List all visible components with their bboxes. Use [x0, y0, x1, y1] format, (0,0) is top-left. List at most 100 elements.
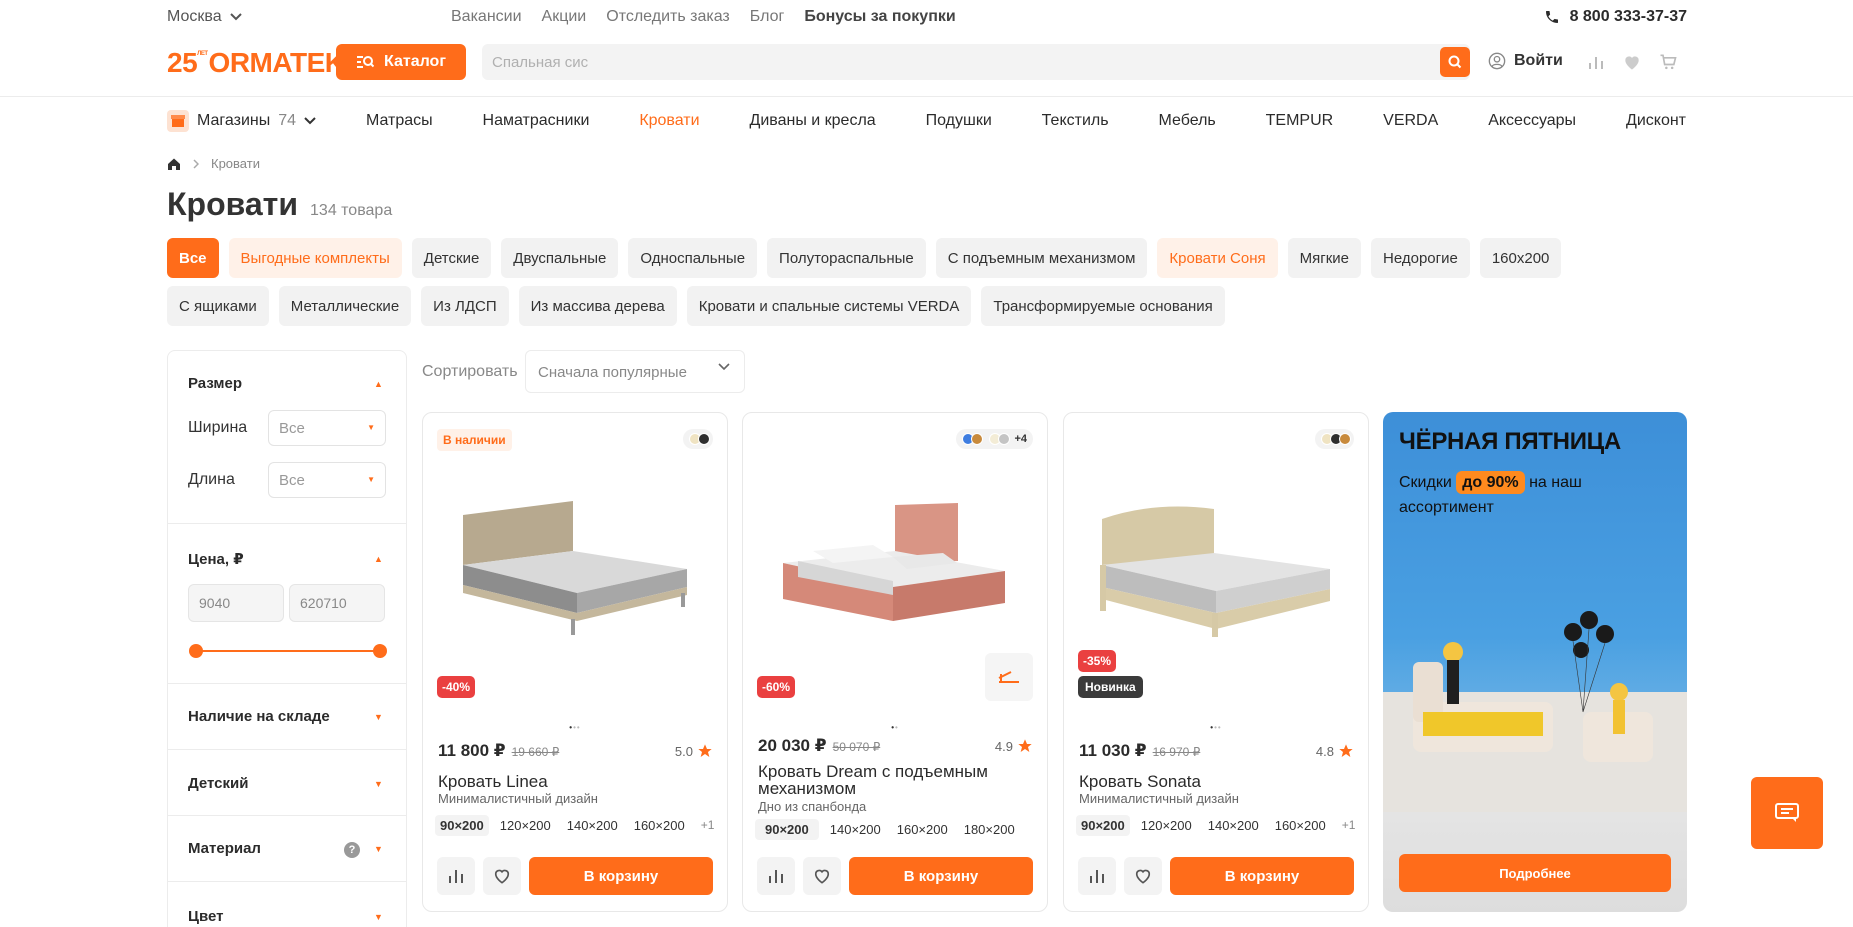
- filter-size-title[interactable]: Размер: [188, 375, 242, 392]
- color-swatch[interactable]: [971, 433, 984, 445]
- chip-drawers[interactable]: С ящиками: [167, 286, 269, 326]
- filter-price-title[interactable]: Цена, ₽: [188, 550, 244, 568]
- chat-button[interactable]: [1751, 777, 1823, 849]
- nav-item-furniture[interactable]: Мебель: [1158, 112, 1215, 130]
- nav-item-toppers[interactable]: Наматрасники: [483, 112, 590, 130]
- compare-icon[interactable]: [1586, 52, 1606, 72]
- favorite-button[interactable]: [803, 857, 841, 895]
- product-name[interactable]: Кровать Sonata: [1079, 773, 1359, 790]
- size-option[interactable]: 120×200: [495, 815, 556, 836]
- image-pager[interactable]: ••: [743, 723, 1047, 732]
- city-selector[interactable]: Москва: [167, 8, 242, 26]
- product-name[interactable]: Кровать Dream с подъемным механизмом: [758, 763, 1038, 797]
- color-swatch[interactable]: [998, 433, 1011, 445]
- add-to-cart-button[interactable]: В корзину: [1170, 857, 1354, 895]
- nav-item-accessories[interactable]: Аксессуары: [1488, 112, 1576, 130]
- nav-item-pillows[interactable]: Подушки: [926, 112, 992, 130]
- size-option[interactable]: 160×200: [892, 819, 953, 840]
- link-blog[interactable]: Блог: [750, 8, 785, 26]
- more-colors[interactable]: +4: [1014, 433, 1027, 445]
- image-pager[interactable]: •••: [423, 723, 727, 732]
- filter-stock-title[interactable]: Наличие на складе: [188, 708, 330, 725]
- chip-ldsp[interactable]: Из ЛДСП: [421, 286, 509, 326]
- promo-details-button[interactable]: Подробнее: [1399, 854, 1671, 892]
- chip-solid-wood[interactable]: Из массива дерева: [518, 286, 677, 326]
- size-option[interactable]: 140×200: [825, 819, 886, 840]
- chip-kids[interactable]: Детские: [411, 238, 492, 278]
- help-icon[interactable]: ?: [344, 842, 360, 858]
- expand-down-icon[interactable]: ▼: [374, 712, 383, 722]
- compare-button[interactable]: [437, 857, 475, 895]
- stores-menu[interactable]: Магазины 74: [167, 110, 316, 132]
- search-button[interactable]: [1440, 47, 1470, 77]
- size-option[interactable]: 160×200: [1270, 815, 1331, 836]
- phone-link[interactable]: 8 800 333-37-37: [1544, 8, 1687, 26]
- nav-item-beds[interactable]: Кровати: [639, 112, 699, 130]
- link-vacancies[interactable]: Вакансии: [451, 8, 522, 26]
- size-option[interactable]: 120×200: [1136, 815, 1197, 836]
- color-swatches[interactable]: [683, 429, 713, 449]
- nav-item-sofas[interactable]: Диваны и кресла: [749, 112, 875, 130]
- add-to-cart-button[interactable]: В корзину: [849, 857, 1033, 895]
- sort-select[interactable]: Сначала популярные: [525, 350, 745, 393]
- size-option[interactable]: 160×200: [629, 815, 690, 836]
- product-card[interactable]: +4 -60% •• 20 030 ₽ 50 070 ₽ 4.9 Кровать…: [742, 412, 1048, 912]
- chip-one-and-half[interactable]: Полутораспальные: [767, 238, 926, 278]
- size-option[interactable]: 90×200: [435, 815, 489, 836]
- nav-item-tempur[interactable]: TEMPUR: [1266, 112, 1334, 130]
- product-name[interactable]: Кровать Linea: [438, 773, 718, 790]
- favorite-button[interactable]: [1124, 857, 1162, 895]
- chip-sonya[interactable]: Кровати Соня: [1157, 238, 1278, 278]
- price-slider-min-handle[interactable]: [189, 644, 203, 658]
- nav-item-textile[interactable]: Текстиль: [1042, 112, 1109, 130]
- logo[interactable]: 25 ЛЕТ ORMATEK: [167, 47, 345, 79]
- login-button[interactable]: Войти: [1488, 52, 1563, 70]
- chip-double[interactable]: Двуспальные: [501, 238, 619, 278]
- product-card[interactable]: -35% Новинка ••• 11 030 ₽ 16 970 ₽ 4.8 К…: [1063, 412, 1369, 912]
- chip-metal[interactable]: Металлические: [278, 286, 412, 326]
- size-option[interactable]: 180×200: [959, 819, 1020, 840]
- chip-bundles[interactable]: Выгодные комплекты: [228, 238, 402, 278]
- color-swatch[interactable]: [698, 433, 710, 445]
- filter-material-title[interactable]: Материал: [188, 840, 261, 857]
- more-sizes[interactable]: +1: [696, 815, 720, 836]
- filter-color-title[interactable]: Цвет: [188, 908, 223, 925]
- product-card[interactable]: В наличии -40% ••• 11 800 ₽ 19 660 ₽ 5.0…: [422, 412, 728, 912]
- price-slider-max-handle[interactable]: [373, 644, 387, 658]
- nav-item-discount[interactable]: Дисконт: [1626, 112, 1686, 130]
- product-image[interactable]: [743, 453, 1047, 663]
- color-swatches[interactable]: [1315, 429, 1354, 449]
- size-option[interactable]: 90×200: [1076, 815, 1130, 836]
- size-option[interactable]: 90×200: [755, 819, 819, 840]
- link-bonuses[interactable]: Бонусы за покупки: [804, 8, 955, 26]
- nav-item-verda[interactable]: VERDA: [1383, 112, 1438, 130]
- color-swatch[interactable]: [1339, 433, 1351, 445]
- link-track-order[interactable]: Отследить заказ: [606, 8, 730, 26]
- filter-length-select[interactable]: Все ▼: [268, 462, 386, 498]
- compare-button[interactable]: [1078, 857, 1116, 895]
- price-min-input[interactable]: 9040: [188, 584, 284, 622]
- link-promos[interactable]: Акции: [542, 8, 587, 26]
- promo-banner[interactable]: ЧЁРНАЯ ПЯТНИЦА Скидки до 90% на наш ассо…: [1383, 412, 1687, 912]
- price-max-input[interactable]: 620710: [289, 584, 385, 622]
- catalog-button[interactable]: Каталог: [336, 44, 466, 80]
- chip-160x200[interactable]: 160x200: [1479, 238, 1562, 278]
- chip-soft[interactable]: Мягкие: [1287, 238, 1361, 278]
- chip-all[interactable]: Все: [167, 238, 219, 278]
- nav-item-mattresses[interactable]: Матрасы: [366, 112, 433, 130]
- add-to-cart-button[interactable]: В корзину: [529, 857, 713, 895]
- expand-down-icon[interactable]: ▼: [374, 912, 383, 922]
- chip-verda[interactable]: Кровати и спальные системы VERDA: [686, 286, 972, 326]
- favorite-button[interactable]: [483, 857, 521, 895]
- product-image[interactable]: [1064, 453, 1368, 663]
- collapse-up-icon[interactable]: ▲: [374, 379, 383, 389]
- more-sizes[interactable]: +1: [1337, 815, 1361, 836]
- image-pager[interactable]: •••: [1064, 723, 1368, 732]
- product-image[interactable]: [423, 453, 727, 663]
- compare-button[interactable]: [757, 857, 795, 895]
- expand-down-icon[interactable]: ▼: [374, 844, 383, 854]
- chip-lift-mechanism[interactable]: С подъемным механизмом: [935, 238, 1148, 278]
- expand-down-icon[interactable]: ▼: [374, 779, 383, 789]
- color-swatches[interactable]: +4: [956, 429, 1033, 449]
- heart-icon[interactable]: [1622, 52, 1642, 72]
